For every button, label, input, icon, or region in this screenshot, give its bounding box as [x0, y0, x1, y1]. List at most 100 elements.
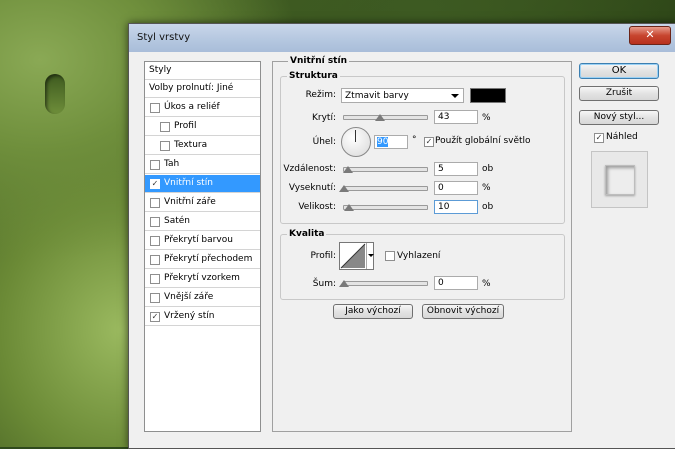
angle-label: Úhel: — [312, 137, 336, 147]
contour-picker[interactable] — [339, 242, 374, 270]
reset-default-button[interactable]: Obnovit výchozí — [422, 304, 504, 319]
preview-checkbox[interactable]: ✓ — [594, 133, 604, 143]
angle-dial[interactable] — [341, 127, 371, 157]
sidebar-item-label: Profil — [174, 121, 197, 131]
noise-input[interactable]: 0 — [434, 276, 478, 290]
angle-input[interactable]: 90 — [374, 135, 408, 149]
inner-shadow-checkbox[interactable]: ✓ — [150, 179, 160, 189]
water-drop — [45, 74, 65, 114]
layer-style-dialog: Styl vrstvy ✕ Styly Volby prolnutí: Jiné… — [128, 23, 675, 449]
sidebar-item-label: Tah — [164, 159, 180, 169]
blend-mode-select[interactable]: Ztmavit barvy — [341, 88, 464, 103]
shadow-color-swatch[interactable] — [470, 88, 506, 103]
bevel-checkbox[interactable] — [150, 103, 160, 113]
opacity-unit: % — [482, 113, 491, 123]
sidebar-item-label: Satén — [164, 216, 190, 226]
sidebar-item-contour[interactable]: Profil — [145, 118, 260, 136]
contour-preview-icon — [340, 243, 366, 269]
global-light-checkbox[interactable]: ✓ — [424, 137, 434, 147]
quality-group: Kvalita Profil: Vyhlazení Šum: 0 % — [280, 229, 565, 300]
sidebar-item-label: Textura — [174, 140, 208, 150]
sidebar-item-inner-shadow[interactable]: ✓ Vnitřní stín — [145, 175, 260, 193]
opacity-input[interactable]: 43 — [434, 110, 478, 124]
choke-label: Vyseknutí: — [288, 183, 336, 193]
sidebar-item-inner-glow[interactable]: Vnitřní záře — [145, 194, 260, 212]
global-light-label: Použít globální světlo — [435, 136, 531, 146]
chevron-down-icon — [451, 94, 459, 98]
color-overlay-checkbox[interactable] — [150, 236, 160, 246]
sidebar-item-label: Úkos a reliéf — [164, 102, 220, 112]
quality-title: Kvalita — [287, 229, 327, 239]
pattern-overlay-checkbox[interactable] — [150, 274, 160, 284]
antialias-checkbox[interactable] — [385, 251, 395, 261]
drop-shadow-checkbox[interactable]: ✓ — [150, 312, 160, 322]
inner-shadow-panel: Vnitřní stín Struktura Režim: Ztmavit ba… — [272, 56, 572, 432]
style-preview — [591, 151, 648, 208]
styles-list: Styly Volby prolnutí: Jiné Úkos a reliéf… — [144, 61, 261, 432]
size-slider-thumb[interactable] — [344, 204, 354, 211]
size-input[interactable]: 10 — [434, 200, 478, 214]
style-preview-swatch — [605, 165, 635, 195]
choke-slider[interactable] — [343, 186, 428, 191]
mode-label: Režim: — [305, 90, 336, 100]
panel-title: Vnitřní stín — [288, 56, 349, 66]
new-style-button[interactable]: Nový styl... — [579, 110, 659, 125]
sidebar-item-label: Překrytí vzorkem — [164, 273, 240, 283]
distance-label: Vzdálenost: — [283, 164, 336, 174]
stroke-checkbox[interactable] — [150, 160, 160, 170]
size-slider[interactable] — [343, 205, 428, 210]
sidebar-item-label: Vnitřní stín — [164, 178, 213, 188]
size-unit: ob — [482, 202, 494, 212]
sidebar-item-stroke[interactable]: Tah — [145, 156, 260, 174]
inner-glow-checkbox[interactable] — [150, 198, 160, 208]
chevron-down-icon — [368, 254, 374, 257]
noise-slider-thumb[interactable] — [339, 280, 349, 287]
contour-dropdown[interactable] — [366, 243, 374, 269]
close-button[interactable]: ✕ — [629, 26, 671, 45]
sidebar-item-pattern-overlay[interactable]: Překrytí vzorkem — [145, 270, 260, 288]
profile-label: Profil: — [310, 251, 336, 261]
satin-checkbox[interactable] — [150, 217, 160, 227]
distance-slider[interactable] — [343, 167, 428, 172]
angle-unit: ° — [412, 135, 417, 145]
noise-slider[interactable] — [343, 281, 428, 286]
sidebar-item-drop-shadow[interactable]: ✓ Vržený stín — [145, 308, 260, 326]
sidebar-item-gradient-overlay[interactable]: Překrytí přechodem — [145, 251, 260, 269]
choke-slider-thumb[interactable] — [339, 185, 349, 192]
contour-checkbox[interactable] — [160, 122, 170, 132]
sidebar-item-label: Překrytí barvou — [164, 235, 233, 245]
size-label: Velikost: — [298, 202, 336, 212]
styles-header[interactable]: Styly — [145, 62, 260, 80]
outer-glow-checkbox[interactable] — [150, 293, 160, 303]
opacity-label: Krytí: — [312, 113, 336, 123]
make-default-button[interactable]: Jako výchozí — [333, 304, 413, 319]
preview-label: Náhled — [606, 132, 638, 142]
sidebar-item-outer-glow[interactable]: Vnější záře — [145, 289, 260, 307]
gradient-overlay-checkbox[interactable] — [150, 255, 160, 265]
structure-title: Struktura — [287, 71, 340, 81]
choke-unit: % — [482, 183, 491, 193]
opacity-slider-thumb[interactable] — [375, 114, 385, 121]
sidebar-item-satin[interactable]: Satén — [145, 213, 260, 231]
noise-unit: % — [482, 279, 491, 289]
sidebar-item-bevel[interactable]: Úkos a reliéf — [145, 99, 260, 117]
sidebar-item-label: Vržený stín — [164, 311, 215, 321]
blend-options-item[interactable]: Volby prolnutí: Jiné — [145, 80, 260, 98]
noise-label: Šum: — [312, 279, 336, 289]
ok-button[interactable]: OK — [579, 63, 659, 79]
angle-value: 90 — [377, 137, 389, 147]
distance-input[interactable]: 5 — [434, 162, 478, 176]
opacity-slider[interactable] — [343, 115, 428, 120]
cancel-button[interactable]: Zrušit — [579, 86, 659, 101]
sidebar-item-label: Překrytí přechodem — [164, 254, 253, 264]
blend-mode-value: Ztmavit barvy — [345, 91, 409, 101]
choke-input[interactable]: 0 — [434, 181, 478, 195]
texture-checkbox[interactable] — [160, 141, 170, 151]
blend-options-label: Volby prolnutí: Jiné — [149, 83, 234, 93]
distance-slider-thumb[interactable] — [343, 166, 353, 173]
antialias-label: Vyhlazení — [397, 251, 441, 261]
title-bar: Styl vrstvy ✕ — [129, 24, 675, 52]
sidebar-item-label: Vnitřní záře — [164, 197, 216, 207]
sidebar-item-texture[interactable]: Textura — [145, 137, 260, 155]
sidebar-item-color-overlay[interactable]: Překrytí barvou — [145, 232, 260, 250]
